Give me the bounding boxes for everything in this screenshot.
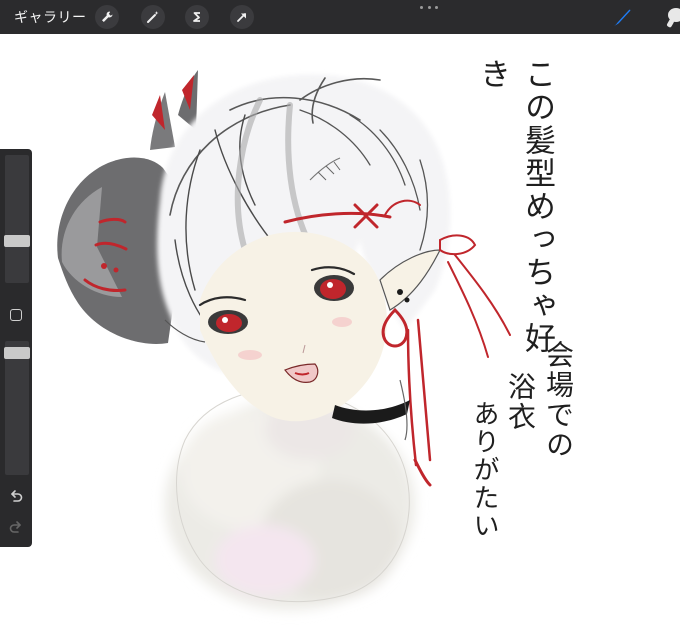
opacity-slider[interactable] xyxy=(4,341,30,475)
brush-size-slider[interactable] xyxy=(4,155,30,283)
transform-arrow-icon xyxy=(237,13,246,22)
face xyxy=(198,231,387,422)
handwriting-note-1: この髪型めっちゃ好き xyxy=(474,58,555,355)
selection-icon xyxy=(193,12,200,22)
brush-icon xyxy=(614,9,631,26)
handwriting-note-3: 浴衣 xyxy=(504,372,537,432)
handwriting-note-2: 会場での xyxy=(542,340,575,460)
more-dots-icon[interactable] xyxy=(420,2,438,12)
undo-icon[interactable] xyxy=(8,488,24,504)
redo-icon[interactable] xyxy=(8,519,24,535)
drawing-canvas[interactable] xyxy=(0,34,680,643)
brush-size-thumb[interactable] xyxy=(4,235,30,247)
wrench-icon xyxy=(102,11,113,22)
adjustments-button[interactable] xyxy=(141,5,165,29)
modifier-square-icon[interactable] xyxy=(10,309,22,321)
handwriting-note-4: ありがたい xyxy=(469,400,499,540)
selection-button[interactable] xyxy=(185,5,209,29)
top-toolbar: ギャラリー xyxy=(0,0,680,34)
sidebar xyxy=(0,149,32,547)
magic-wand-icon xyxy=(147,11,159,23)
brush-button[interactable] xyxy=(610,4,636,30)
gallery-button[interactable]: ギャラリー xyxy=(14,7,87,27)
smudge-icon xyxy=(667,8,680,28)
cotton-candy xyxy=(165,400,415,610)
transform-button[interactable] xyxy=(230,5,254,29)
opacity-thumb[interactable] xyxy=(4,347,30,359)
actions-button[interactable] xyxy=(95,5,119,29)
smudge-button[interactable] xyxy=(662,4,680,30)
